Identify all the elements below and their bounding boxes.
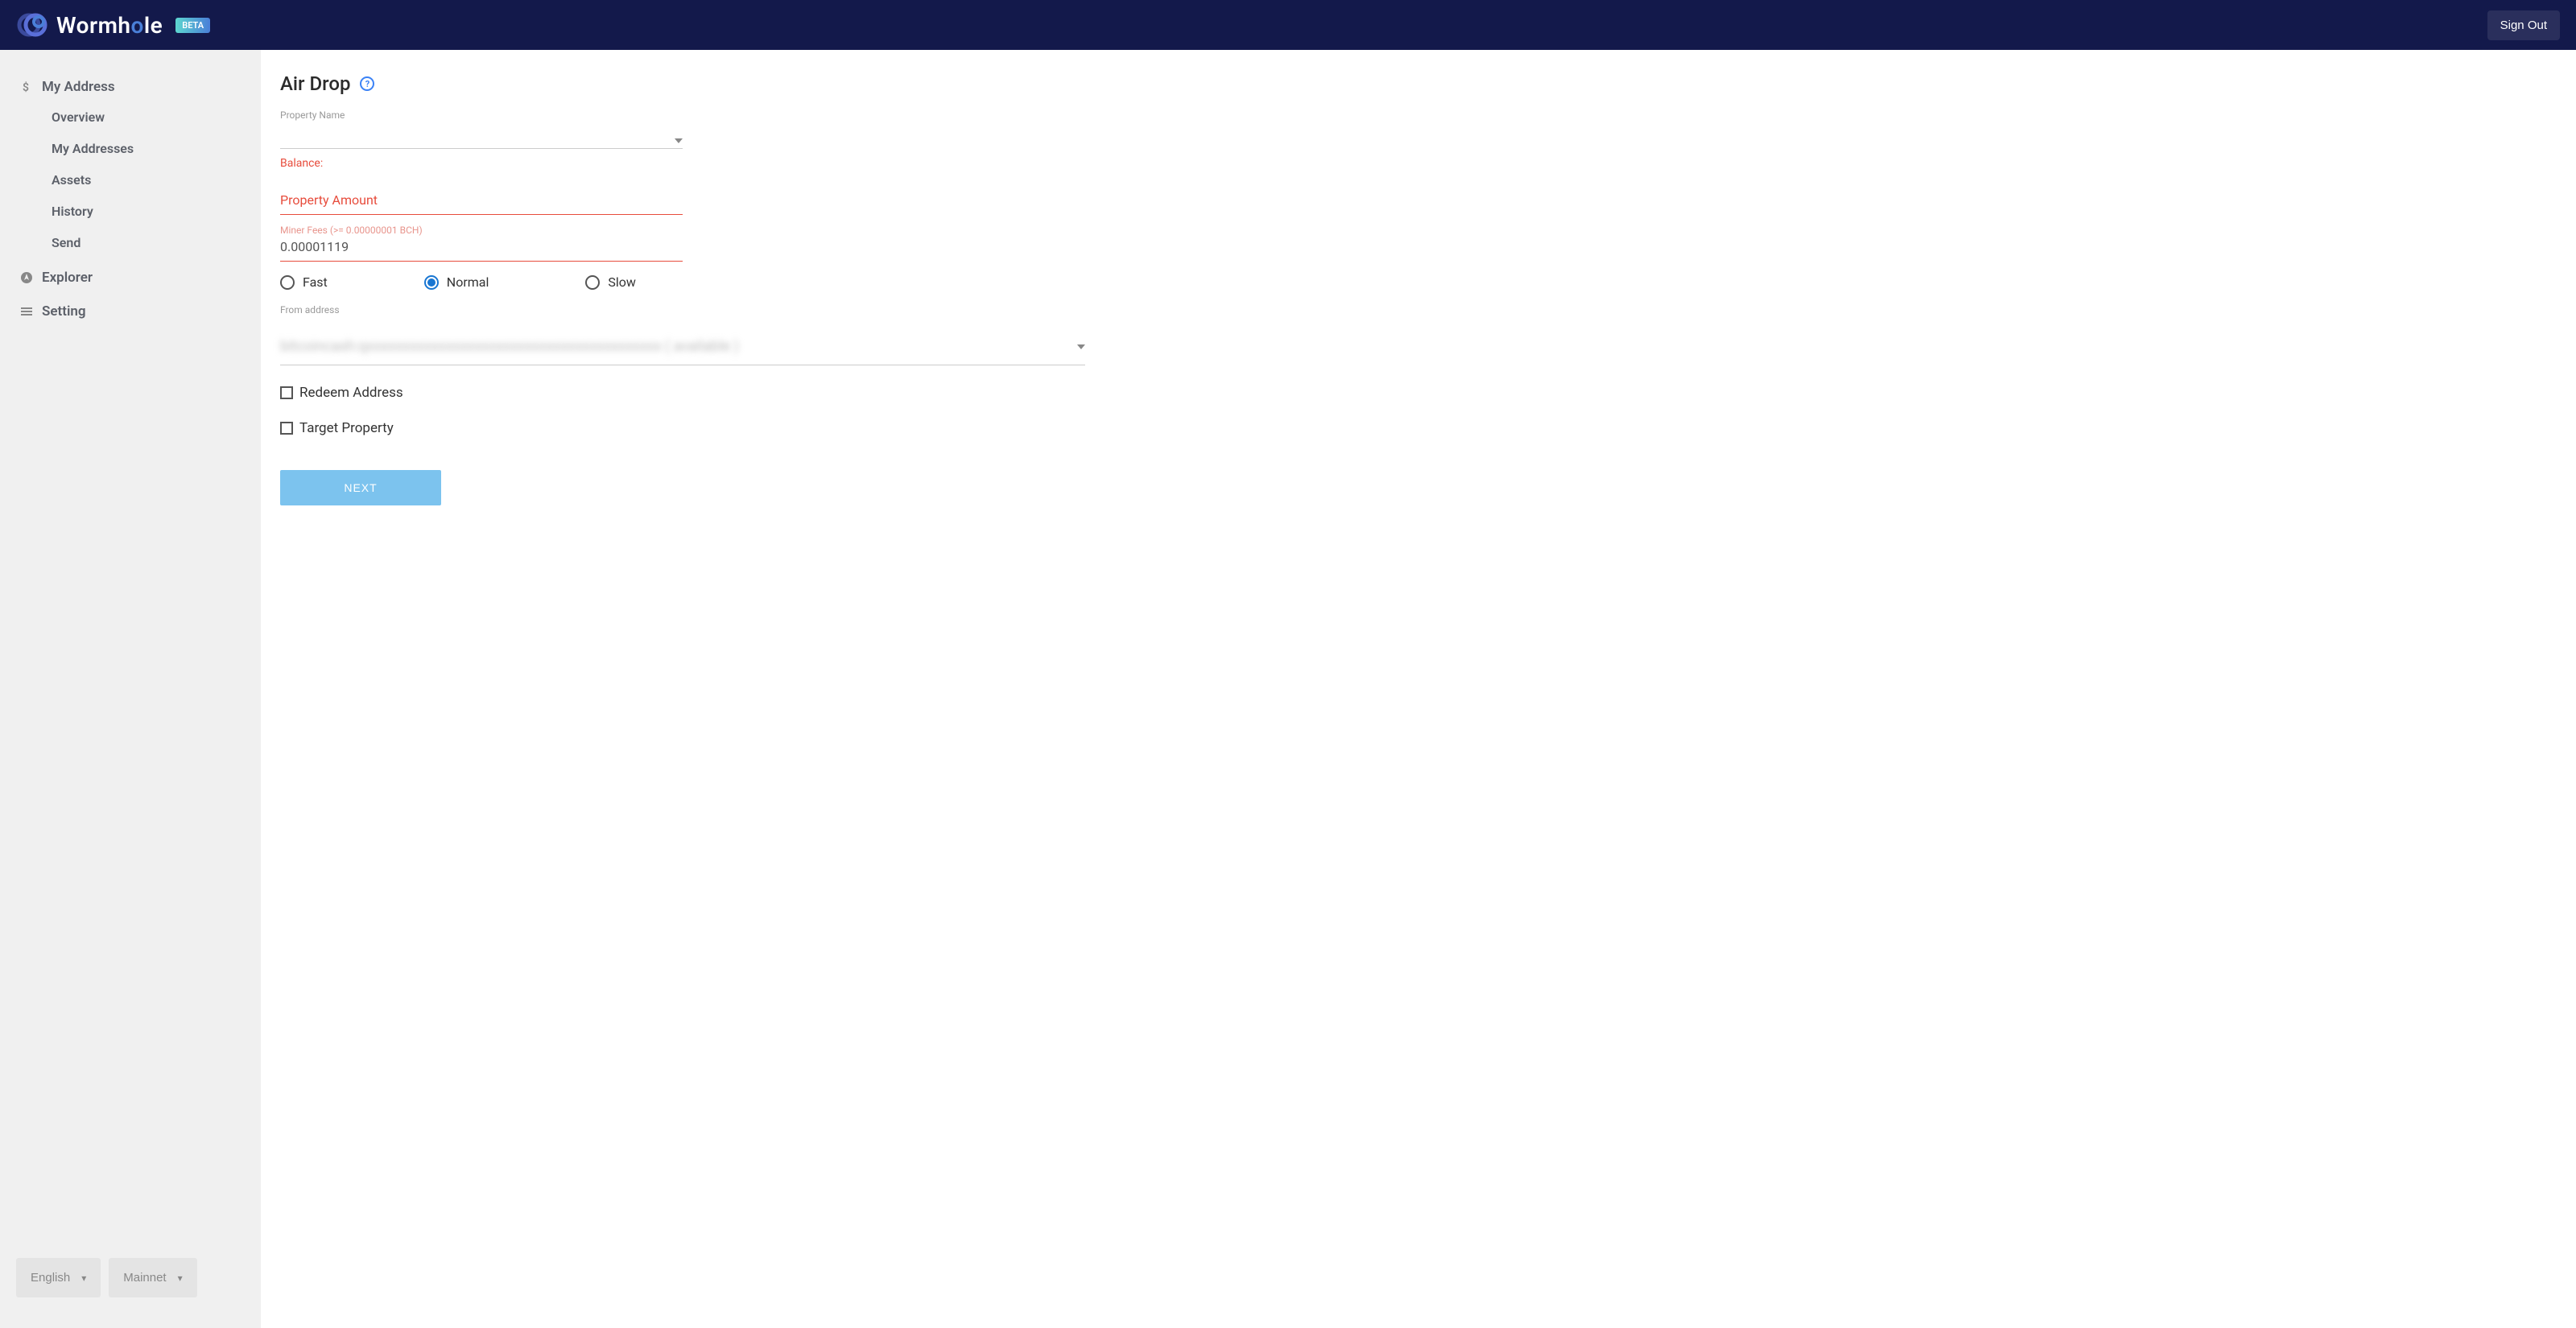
property-amount-input[interactable]: Property Amount xyxy=(280,184,683,215)
chevron-down-icon: ▾ xyxy=(178,1272,183,1284)
brand-name: Wormhole xyxy=(56,12,163,39)
from-address-label: From address xyxy=(280,304,1085,316)
sidebar-item-send[interactable]: Send xyxy=(48,227,245,258)
next-button[interactable]: NEXT xyxy=(280,470,441,505)
svg-text:$: $ xyxy=(23,80,29,93)
dollar-icon: $ xyxy=(19,80,34,94)
sidebar-section-label: Setting xyxy=(42,303,86,320)
miner-fees-input[interactable]: 0.00001119 xyxy=(280,239,683,262)
sign-out-button[interactable]: Sign Out xyxy=(2487,10,2560,40)
radio-icon xyxy=(424,275,439,290)
balance-label: Balance: xyxy=(280,157,683,170)
network-select[interactable]: Mainnet ▾ xyxy=(109,1258,196,1297)
property-name-select[interactable] xyxy=(280,124,683,149)
sidebar-section-my-address[interactable]: $ My Address xyxy=(16,72,245,101)
sidebar-section-label: My Address xyxy=(42,79,115,95)
app-header: Wormhole BETA Sign Out xyxy=(0,0,2576,50)
sidebar-item-assets[interactable]: Assets xyxy=(48,164,245,196)
speed-radio-group: Fast Normal Slow xyxy=(280,274,683,290)
target-property-checkbox[interactable]: Target Property xyxy=(280,420,2557,436)
radio-label: Slow xyxy=(608,274,636,290)
checkbox-label: Target Property xyxy=(299,420,394,436)
menu-icon xyxy=(19,304,34,319)
speed-radio-slow[interactable]: Slow xyxy=(585,274,636,290)
miner-fees-label: Miner Fees (>= 0.00000001 BCH) xyxy=(280,225,683,236)
sidebar: $ My Address Overview My Addresses Asset… xyxy=(0,50,261,1328)
page-title: Air Drop xyxy=(280,72,350,95)
property-name-label: Property Name xyxy=(280,109,683,121)
network-label: Mainnet xyxy=(123,1271,166,1285)
sidebar-item-overview[interactable]: Overview xyxy=(48,101,245,133)
language-label: English xyxy=(31,1271,70,1285)
redeem-address-checkbox[interactable]: Redeem Address xyxy=(280,385,2557,401)
language-select[interactable]: English ▾ xyxy=(16,1258,101,1297)
main-content: Air Drop ? Property Name Balance: Proper… xyxy=(261,50,2576,1328)
sidebar-section-explorer[interactable]: Explorer xyxy=(16,263,245,292)
sidebar-section-setting[interactable]: Setting xyxy=(16,297,245,326)
from-address-select[interactable]: bitcoincash:qxxxxxxxxxxxxxxxxxxxxxxxxxxx… xyxy=(280,319,1085,365)
sidebar-section-label: Explorer xyxy=(42,270,93,286)
checkbox-icon xyxy=(280,386,293,399)
sidebar-item-history[interactable]: History xyxy=(48,196,245,227)
logo-area: Wormhole BETA xyxy=(16,9,210,41)
speed-radio-fast[interactable]: Fast xyxy=(280,274,328,290)
help-icon[interactable]: ? xyxy=(360,76,374,91)
compass-icon xyxy=(19,270,34,285)
wormhole-logo-icon xyxy=(16,9,48,41)
radio-label: Normal xyxy=(447,274,489,290)
radio-icon xyxy=(280,275,295,290)
checkbox-icon xyxy=(280,422,293,435)
chevron-down-icon xyxy=(1077,344,1085,349)
beta-badge: BETA xyxy=(175,18,210,33)
speed-radio-normal[interactable]: Normal xyxy=(424,274,489,290)
chevron-down-icon: ▾ xyxy=(81,1272,86,1284)
radio-icon xyxy=(585,275,600,290)
checkbox-label: Redeem Address xyxy=(299,385,403,401)
from-address-value: bitcoincash:qxxxxxxxxxxxxxxxxxxxxxxxxxxx… xyxy=(280,333,1077,360)
radio-label: Fast xyxy=(303,274,328,290)
chevron-down-icon xyxy=(675,138,683,143)
sidebar-item-my-addresses[interactable]: My Addresses xyxy=(48,133,245,164)
